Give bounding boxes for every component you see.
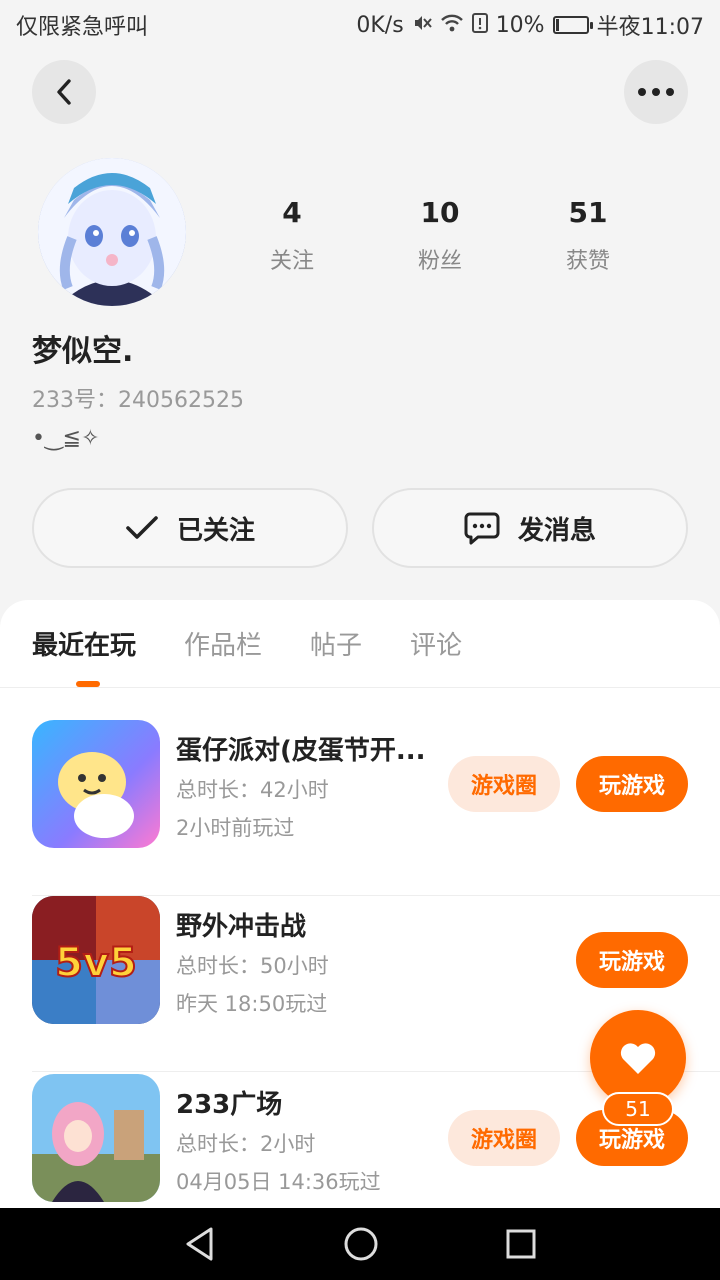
- play-game-button[interactable]: 玩游戏: [576, 756, 688, 812]
- more-dots-icon: [638, 88, 674, 96]
- battery-percent: 10%: [495, 12, 545, 38]
- stat-label: 获赞: [565, 249, 610, 274]
- game-icon-5v5[interactable]: 5v5: [32, 896, 160, 1024]
- system-nav-bar: [0, 1208, 720, 1280]
- avatar-illustration: [38, 158, 186, 306]
- stat-likes[interactable]: 51 获赞: [514, 196, 662, 275]
- stat-value: 4: [282, 196, 302, 229]
- followed-label: 已关注: [176, 515, 255, 546]
- content-card: 最近在玩 作品栏 帖子 评论 蛋仔派对(皮蛋节开... 总时长：42小时 2小时…: [0, 600, 720, 1220]
- game-circle-button[interactable]: 游戏圈: [448, 756, 560, 812]
- game-last-played: 04月05日 14:36玩过: [176, 1170, 381, 1194]
- followed-button[interactable]: 已关注: [32, 488, 348, 568]
- game-last-played: 昨天 18:50玩过: [176, 992, 328, 1016]
- stat-fans[interactable]: 10 粉丝: [366, 196, 514, 275]
- stat-value: 10: [420, 196, 460, 229]
- profile-stats: 4 关注 10 粉丝 51 获赞: [218, 196, 662, 275]
- tab-comments[interactable]: 评论: [410, 625, 462, 662]
- play-game-button[interactable]: 玩游戏: [576, 932, 688, 988]
- status-right: 0K/s 10% 半夜11:07: [356, 9, 704, 41]
- chevron-left-icon: [57, 79, 71, 105]
- status-carrier: 仅限紧急呼叫: [16, 15, 149, 40]
- profile-page: 仅限紧急呼叫 0K/s 10% 半夜11:07 4 关注 10 粉丝 51 获赞…: [0, 0, 720, 1280]
- game-icon-eggy[interactable]: [32, 720, 160, 848]
- tab-works[interactable]: 作品栏: [184, 625, 262, 662]
- like-count-badge: 51: [602, 1092, 674, 1126]
- user-id: 233号：240562525: [32, 382, 244, 414]
- user-id-label: 233号：: [32, 388, 118, 413]
- tab-bar: 最近在玩 作品栏 帖子 评论: [0, 600, 720, 688]
- stat-label: 粉丝: [417, 249, 462, 274]
- status-bar: 仅限紧急呼叫 0K/s 10% 半夜11:07: [0, 0, 720, 50]
- tab-recent-play[interactable]: 最近在玩: [32, 625, 136, 662]
- stat-following[interactable]: 4 关注: [218, 196, 366, 275]
- tab-indicator: [76, 681, 100, 687]
- back-button[interactable]: [32, 60, 96, 124]
- game-last-played: 2小时前玩过: [176, 816, 295, 840]
- mute-icon: [412, 13, 432, 38]
- game-playtime: 总时长：2小时: [176, 1132, 316, 1156]
- tab-posts[interactable]: 帖子: [310, 625, 362, 662]
- stat-label: 关注: [269, 249, 314, 274]
- avatar[interactable]: [38, 158, 186, 306]
- game-playtime: 总时长：42小时: [176, 778, 329, 802]
- nav-recents-icon[interactable]: [505, 1228, 537, 1260]
- game-row[interactable]: 蛋仔派对(皮蛋节开... 总时长：42小时 2小时前玩过 游戏圈 玩游戏: [0, 720, 720, 896]
- game-playtime: 总时长：50小时: [176, 954, 329, 978]
- game-name: 233广场: [176, 1090, 283, 1120]
- game-icon-233-plaza[interactable]: [32, 1074, 160, 1202]
- status-time: 半夜11:07: [596, 15, 704, 40]
- network-speed: 0K/s: [356, 12, 404, 38]
- bio: •‿≦✧: [32, 426, 100, 451]
- sim-alert-icon: [471, 12, 488, 38]
- chat-icon: [464, 512, 500, 545]
- check-icon: [126, 516, 158, 539]
- message-label: 发消息: [517, 515, 596, 546]
- game-name: 蛋仔派对(皮蛋节开...: [176, 736, 426, 766]
- game-name: 野外冲击战: [176, 912, 307, 942]
- nickname: 梦似空.: [32, 334, 134, 369]
- battery-icon: [552, 16, 593, 34]
- send-message-button[interactable]: 发消息: [372, 488, 688, 568]
- wifi-icon: [440, 13, 464, 38]
- more-button[interactable]: [624, 60, 688, 124]
- nav-back-icon[interactable]: [183, 1226, 217, 1262]
- game-circle-button[interactable]: 游戏圈: [448, 1110, 560, 1166]
- user-id-value: 240562525: [118, 388, 244, 413]
- stat-value: 51: [568, 196, 608, 229]
- heart-icon: [620, 1043, 656, 1074]
- game-icon-text: 5v5: [55, 940, 137, 986]
- nav-home-icon[interactable]: [343, 1226, 379, 1262]
